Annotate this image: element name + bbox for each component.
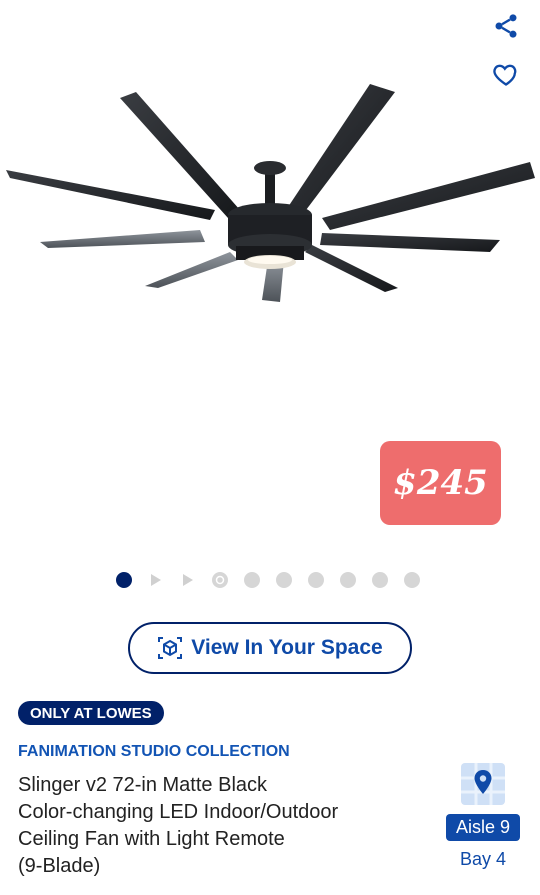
carousel-dot-9[interactable] (372, 572, 388, 588)
carousel-dot-360[interactable] (212, 572, 228, 588)
carousel-dot-video-1[interactable] (148, 572, 164, 588)
product-title-line: Color-changing LED Indoor/Outdoor (18, 801, 339, 823)
view-in-your-space-button[interactable]: View In Your Space (128, 622, 412, 674)
map-pin-icon (461, 763, 505, 805)
store-location[interactable]: Aisle 9 Bay 4 (440, 762, 526, 870)
carousel-dot-video-2[interactable] (180, 572, 196, 588)
product-title-line: Slinger v2 72-in Matte Black (18, 774, 268, 796)
carousel-dot-5[interactable] (244, 572, 260, 588)
play-icon (151, 574, 161, 586)
brand-link[interactable]: FANIMATION STUDIO COLLECTION (18, 743, 290, 761)
share-icon (495, 14, 517, 38)
share-button[interactable] (486, 6, 526, 46)
rotate-360-icon (215, 575, 225, 585)
carousel-dot-7[interactable] (308, 572, 324, 588)
carousel-dot-10[interactable] (404, 572, 420, 588)
product-title-line: Ceiling Fan with Light Remote (18, 828, 285, 850)
bay-label: Bay 4 (459, 849, 507, 869)
image-carousel-indicators (116, 570, 436, 590)
carousel-dot-1[interactable] (116, 572, 132, 588)
ar-cube-icon (158, 637, 183, 659)
play-icon (183, 574, 193, 586)
price-tag: $245 (380, 441, 501, 525)
product-title-line: (9-Blade) (18, 855, 101, 877)
product-title: Slinger v2 72-in Matte Black Color-chang… (18, 772, 418, 880)
view-in-your-space-label: View In Your Space (191, 636, 383, 659)
aisle-label: Aisle 9 (445, 814, 521, 841)
product-image-ceiling-fan[interactable] (0, 70, 540, 320)
carousel-dot-8[interactable] (340, 572, 356, 588)
carousel-dot-6[interactable] (276, 572, 292, 588)
price-value: $245 (393, 463, 488, 503)
exclusive-badge: ONLY AT LOWES (18, 701, 164, 725)
